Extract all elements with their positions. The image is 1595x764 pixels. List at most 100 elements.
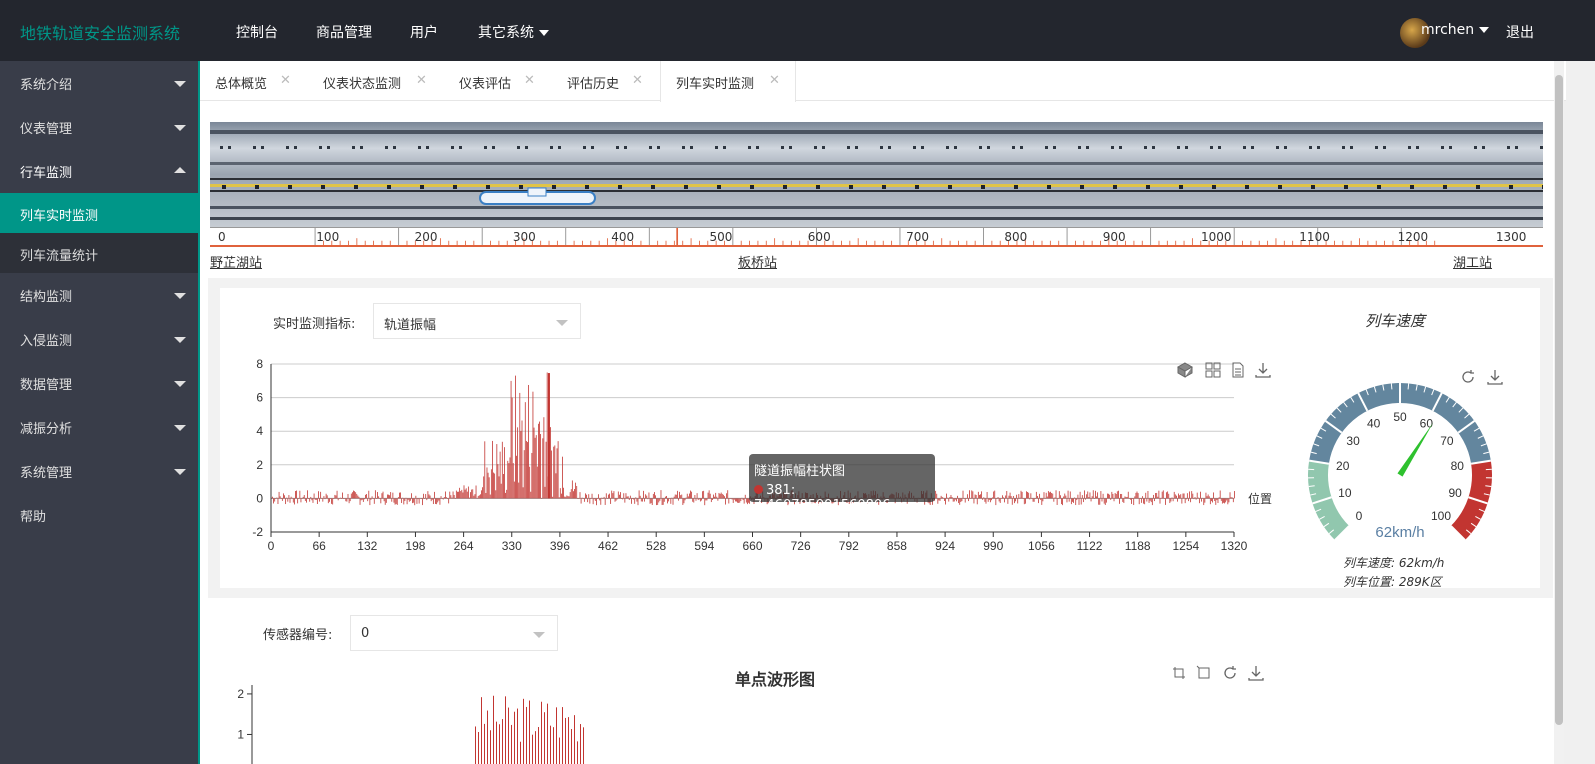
x-tick-label: 462 bbox=[598, 539, 618, 550]
amplitude-bar bbox=[1009, 492, 1011, 499]
amplitude-bar bbox=[667, 498, 668, 504]
nav-other-systems[interactable]: 其它系统 bbox=[478, 22, 549, 42]
station-left[interactable]: 野芷湖站 bbox=[210, 252, 262, 271]
app-title: 地铁轨道安全监测系统 bbox=[20, 24, 181, 43]
sidebar-sub-realtime[interactable]: 列车实时监测 bbox=[0, 193, 198, 233]
data-view-icon[interactable] bbox=[1229, 361, 1247, 379]
nav-goods[interactable]: 商品管理 bbox=[316, 22, 372, 42]
amplitude-bar bbox=[293, 498, 295, 505]
amplitude-bar bbox=[1082, 498, 1084, 503]
amplitude-bar bbox=[492, 440, 493, 499]
sidebar-item-system[interactable]: 系统管理 bbox=[0, 449, 198, 493]
amplitude-bar bbox=[691, 491, 693, 499]
amplitude-bar bbox=[715, 492, 717, 499]
sidebar-item-intrusion[interactable]: 入侵监测 bbox=[0, 317, 198, 361]
amplitude-bar bbox=[1049, 492, 1050, 499]
close-icon[interactable]: ✕ bbox=[280, 73, 291, 88]
amplitude-bar bbox=[1111, 491, 1113, 499]
amplitude-bar bbox=[575, 482, 577, 499]
amplitude-bar bbox=[669, 498, 671, 499]
station-middle[interactable]: 板桥站 bbox=[738, 252, 777, 271]
sidebar-item-data[interactable]: 数据管理 bbox=[0, 361, 198, 405]
station-right[interactable]: 湖工站 bbox=[1453, 252, 1492, 271]
amplitude-bar bbox=[982, 498, 984, 500]
amplitude-bar bbox=[1047, 491, 1049, 499]
amplitude-bar bbox=[1064, 493, 1066, 499]
waveform-bar bbox=[511, 724, 512, 764]
amplitude-bar bbox=[546, 372, 548, 499]
amplitude-bar bbox=[377, 492, 378, 499]
amplitude-bar bbox=[1093, 498, 1095, 499]
sidebar-item-help[interactable]: 帮助 bbox=[0, 493, 198, 537]
logout-link[interactable]: 退出 bbox=[1506, 22, 1534, 42]
sidebar-item-train-monitor[interactable]: 行车监测 bbox=[0, 149, 198, 193]
scrollbar-thumb[interactable] bbox=[1555, 75, 1563, 725]
amplitude-bar bbox=[1234, 491, 1235, 499]
sidebar-item-intro[interactable]: 系统介绍 bbox=[0, 61, 198, 105]
zoom-select-icon[interactable] bbox=[1170, 664, 1188, 682]
gauge-value-text: 62km/h bbox=[1375, 524, 1424, 541]
series-dot-icon bbox=[754, 485, 763, 494]
sidebar-item-structure[interactable]: 结构监测 bbox=[0, 273, 198, 317]
chevron-down-icon bbox=[556, 320, 568, 326]
amplitude-bar bbox=[1099, 498, 1101, 505]
tab-overview[interactable]: 总体概览 ✕ bbox=[200, 61, 308, 101]
tab-eval-history[interactable]: 评估历史 ✕ bbox=[552, 61, 660, 101]
amplitude-bar bbox=[622, 498, 624, 500]
amplitude-bar bbox=[601, 497, 603, 499]
waveform-bar bbox=[574, 715, 575, 764]
close-icon[interactable]: ✕ bbox=[416, 73, 427, 88]
sensor-select[interactable]: 0 bbox=[350, 615, 558, 651]
amplitude-bar bbox=[747, 498, 748, 505]
amplitude-bar bbox=[554, 445, 556, 499]
amplitude-bar bbox=[1160, 497, 1162, 499]
amplitude-bar bbox=[304, 498, 306, 501]
waveform-bar bbox=[559, 737, 560, 764]
amplitude-bar bbox=[1180, 494, 1182, 499]
amplitude-bar bbox=[1171, 497, 1173, 499]
sidebar-item-meters[interactable]: 仪表管理 bbox=[0, 105, 198, 149]
sidebar-item-damping[interactable]: 减振分析 bbox=[0, 405, 198, 449]
y-tick-label: 2 bbox=[256, 458, 263, 472]
x-tick-label: 528 bbox=[646, 539, 666, 550]
user-menu[interactable]: mrchen bbox=[1421, 22, 1490, 38]
amplitude-bar bbox=[1095, 490, 1096, 499]
nav-console[interactable]: 控制台 bbox=[236, 22, 278, 42]
close-icon[interactable]: ✕ bbox=[524, 73, 535, 88]
amplitude-bar bbox=[385, 498, 387, 503]
chevron-down-icon bbox=[539, 30, 549, 36]
amplitude-bar bbox=[956, 498, 957, 502]
amplitude-bar bbox=[275, 498, 277, 499]
amplitude-bar bbox=[589, 498, 591, 504]
amplitude-bar bbox=[1069, 491, 1071, 499]
close-icon[interactable]: ✕ bbox=[632, 73, 643, 88]
amplitude-bar bbox=[289, 498, 291, 503]
zoom-reset-icon[interactable] bbox=[1195, 664, 1213, 682]
tab-train-realtime[interactable]: 列车实时监测 ✕ bbox=[660, 61, 796, 102]
amplitude-bar bbox=[538, 423, 539, 499]
amplitude-bar bbox=[1045, 492, 1047, 499]
restore-icon[interactable] bbox=[1221, 664, 1239, 682]
3d-view-icon[interactable] bbox=[1176, 361, 1194, 379]
amplitude-bar bbox=[351, 492, 353, 499]
amplitude-bar bbox=[643, 490, 644, 499]
amplitude-bar bbox=[612, 493, 614, 499]
x-tick-label: 990 bbox=[983, 539, 1003, 550]
download-icon[interactable] bbox=[1254, 361, 1272, 379]
amplitude-bar bbox=[629, 495, 631, 499]
download-icon[interactable] bbox=[1247, 664, 1265, 682]
amplitude-bar bbox=[1037, 496, 1038, 499]
amplitude-bar bbox=[1120, 493, 1121, 499]
close-icon[interactable]: ✕ bbox=[769, 73, 780, 88]
amplitude-bar bbox=[296, 490, 297, 499]
amplitude-bar bbox=[1151, 498, 1153, 506]
tab-meter-eval[interactable]: 仪表评估 ✕ bbox=[444, 61, 552, 101]
sidebar-sub-flow-stats[interactable]: 列车流量统计 bbox=[0, 233, 198, 273]
grid-view-icon[interactable] bbox=[1204, 361, 1222, 379]
amplitude-bar bbox=[1100, 491, 1102, 499]
amplitude-bar bbox=[976, 498, 978, 505]
tab-meter-status[interactable]: 仪表状态监测 ✕ bbox=[308, 61, 444, 101]
indicator-select[interactable]: 轨道振幅 bbox=[373, 303, 581, 339]
nav-users[interactable]: 用户 bbox=[410, 22, 438, 42]
amplitude-bar bbox=[590, 498, 592, 499]
